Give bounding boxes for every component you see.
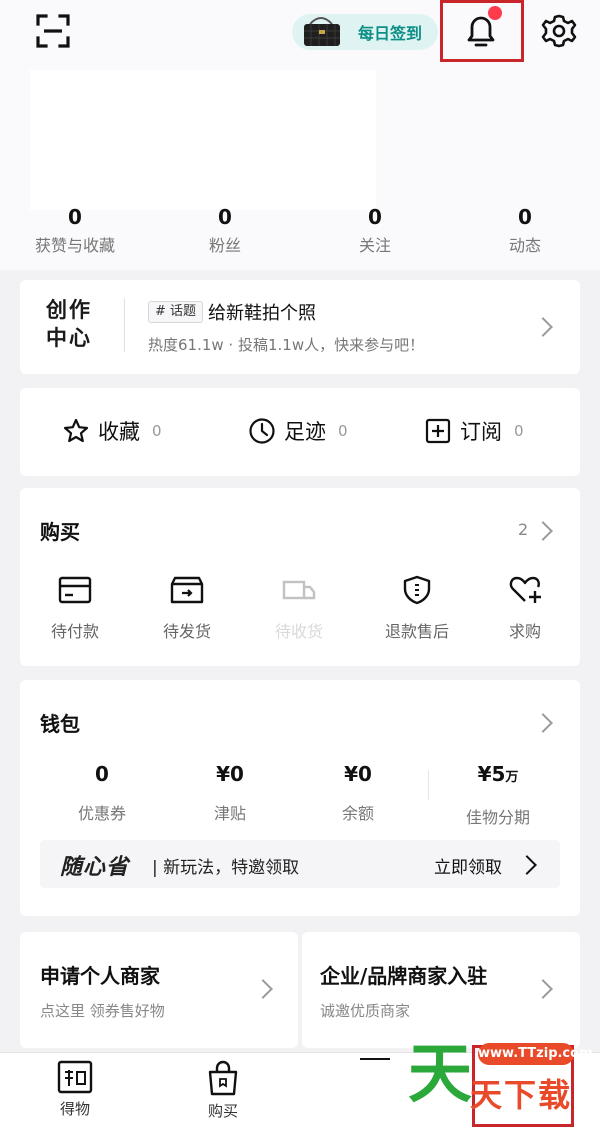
watermark-url: www.TTzip.com (478, 1043, 593, 1065)
favorites-link[interactable]: 收藏 0 (62, 416, 162, 446)
stat-following-label: 关注 (358, 236, 391, 255)
pending-shipment-label: 待发货 (162, 622, 211, 641)
plus-box-icon (425, 418, 451, 444)
refund-aftersale-label: 退款售后 (384, 622, 449, 641)
signin-label: 每日签到 (357, 24, 422, 43)
creator-title-line2: 中心 (46, 326, 92, 350)
topic-tag: # 话题 (148, 301, 204, 323)
watermark-big-glyph: 天 (408, 1038, 472, 1112)
star-icon (63, 418, 89, 443)
subscriptions-count: 0 (514, 422, 524, 440)
installment-unit: 万 (505, 770, 519, 785)
promo-text: | 新玩法，特邀领取 (152, 858, 300, 878)
dewu-logo-icon (57, 1060, 93, 1094)
pending-receipt-label: 待收货 (274, 622, 323, 641)
notification-dot (488, 6, 502, 20)
subscriptions-link[interactable]: 订阅 0 (424, 416, 524, 446)
card-icon (58, 576, 92, 604)
nav-dewu[interactable]: 得物 (40, 1060, 110, 1119)
scan-icon[interactable] (34, 12, 72, 50)
enterprise-merchant-subtitle: 诚邀优质商家 (320, 1002, 411, 1020)
wallet-title: 钱包 (40, 712, 80, 736)
heart-plus-icon (509, 576, 541, 603)
stat-following[interactable]: 0 关注 (300, 206, 450, 256)
subscriptions-label: 订阅 (460, 420, 502, 444)
nav-buy[interactable]: 购买 (188, 1060, 258, 1121)
allowance-label: 津贴 (213, 804, 246, 823)
favorites-count: 0 (152, 422, 162, 440)
topic-title: 给新鞋拍个照 (208, 303, 316, 324)
wallet-allowance[interactable]: ¥0 津贴 (160, 762, 300, 824)
wallet-installment[interactable]: ¥5万 佳物分期 (428, 762, 568, 828)
installment-value: ¥5 (477, 762, 506, 786)
purchase-title: 购买 (40, 520, 80, 544)
shield-icon (403, 575, 431, 605)
profile-info-redacted (30, 70, 376, 210)
creator-center-title: 创作 中心 (46, 296, 102, 352)
history-link[interactable]: 足迹 0 (248, 416, 348, 446)
creator-center-card[interactable] (20, 280, 580, 374)
stat-fans-value: 0 (218, 205, 232, 229)
coupons-value: 0 (95, 762, 109, 786)
stat-posts-label: 动态 (508, 236, 541, 255)
creator-title-line1: 创作 (46, 298, 92, 322)
balance-value: ¥0 (344, 762, 372, 786)
truck-icon (282, 580, 316, 600)
stat-likes-value: 0 (68, 205, 82, 229)
personal-merchant-subtitle: 点这里 领券售好物 (40, 1002, 165, 1020)
coupons-label: 优惠券 (77, 804, 126, 823)
refund-aftersale-button[interactable]: 退款售后 (362, 574, 472, 642)
personal-merchant-title: 申请个人商家 (40, 964, 160, 988)
gear-icon[interactable] (540, 12, 578, 50)
enterprise-merchant-title: 企业/品牌商家入驻 (320, 964, 488, 988)
stat-likes-label: 获赞与收藏 (34, 236, 115, 255)
wallet-divider (428, 770, 429, 800)
balance-label: 余额 (341, 804, 374, 823)
wanted-button[interactable]: 求购 (470, 574, 580, 642)
purchase-count: 2 (518, 520, 529, 539)
installment-label: 佳物分期 (465, 808, 530, 827)
allowance-value: ¥0 (216, 762, 244, 786)
stat-posts-value: 0 (518, 205, 532, 229)
wallet-balance[interactable]: ¥0 余额 (288, 762, 428, 824)
stat-following-value: 0 (368, 205, 382, 229)
history-label: 足迹 (284, 420, 326, 444)
shopping-bag-icon (208, 1060, 238, 1096)
pending-payment-label: 待付款 (50, 622, 99, 641)
nav-dewu-label: 得物 (59, 1100, 90, 1118)
stat-likes[interactable]: 0 获赞与收藏 (0, 206, 150, 256)
pending-payment-button[interactable]: 待付款 (20, 574, 130, 642)
nav-indicator (360, 1058, 390, 1060)
wallet-coupons[interactable]: 0 优惠券 (32, 762, 172, 824)
promo-cta-button[interactable]: 立即领取 (434, 853, 502, 878)
clock-icon (249, 418, 275, 444)
topic-subtitle: 热度61.1w · 投稿1.1w人，快来参与吧！ (148, 336, 425, 354)
box-icon (170, 576, 204, 604)
wanted-label: 求购 (508, 622, 541, 641)
pending-receipt-button[interactable]: 待收货 (244, 574, 354, 642)
nav-buy-label: 购买 (207, 1102, 238, 1120)
creator-divider (124, 298, 125, 352)
stat-fans[interactable]: 0 粉丝 (150, 206, 300, 256)
history-count: 0 (338, 422, 348, 440)
handbag-image-icon (304, 17, 340, 46)
favorites-label: 收藏 (98, 420, 140, 444)
stat-fans-label: 粉丝 (208, 236, 241, 255)
stat-posts[interactable]: 0 动态 (450, 206, 600, 256)
promo-logo: 随心省 (60, 855, 130, 880)
watermark-small-text: 天下载 (470, 1076, 573, 1114)
pending-shipment-button[interactable]: 待发货 (132, 574, 242, 642)
